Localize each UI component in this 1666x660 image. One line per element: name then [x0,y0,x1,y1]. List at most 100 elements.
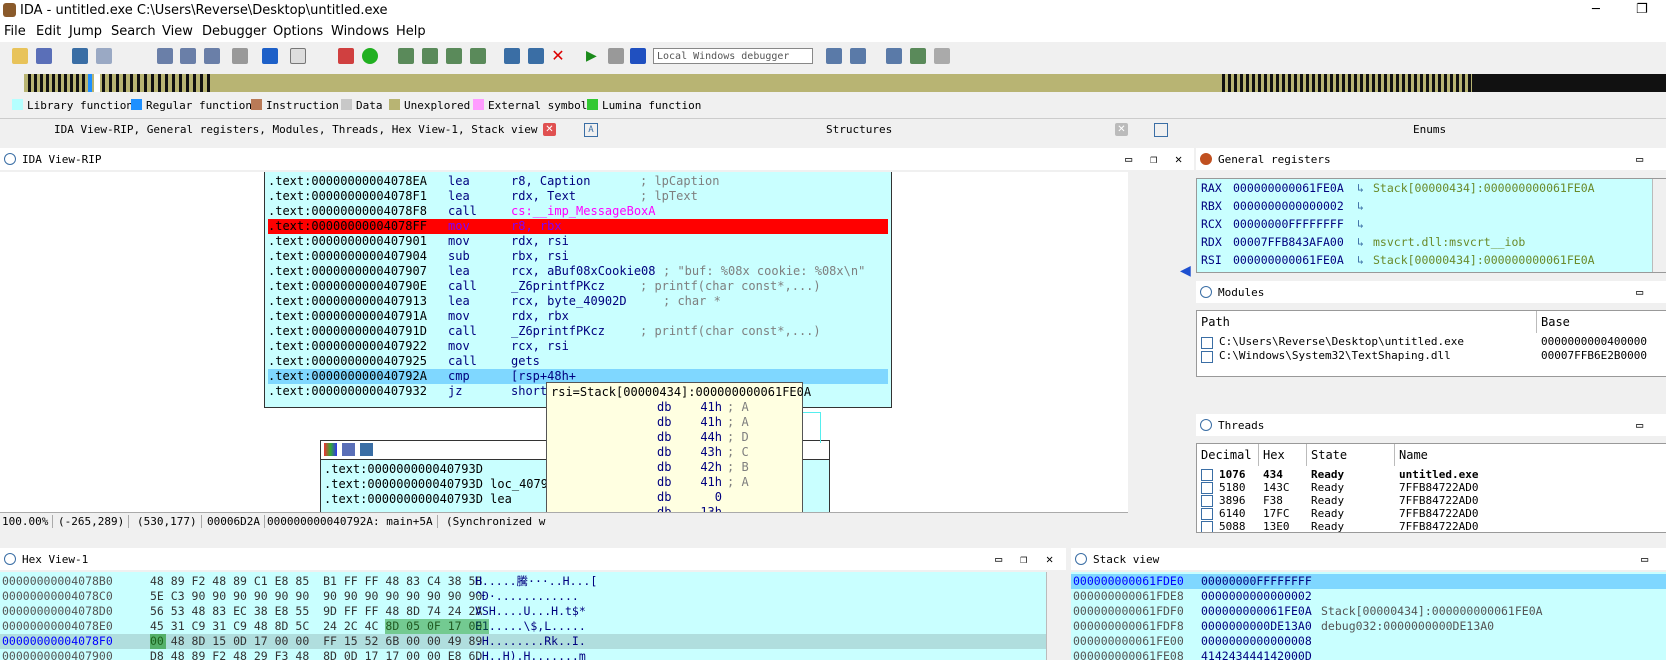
registers-scrollbar[interactable] [1652,179,1666,272]
code-operand[interactable]: r8, rbx [511,219,562,234]
thread-row[interactable]: 5180 143C Ready 7FFB84722AD0 [1197,481,1666,494]
add-struct-icon[interactable] [398,48,414,64]
hex-bytes[interactable]: 5E C3 90 90 90 90 90 90 90 90 90 90 90 9… [150,589,482,604]
stack-row[interactable]: 000000000061FDE0 00000000FFFFFFFF [1071,574,1666,589]
add-enum-icon[interactable] [422,48,438,64]
forward-icon[interactable] [96,48,112,64]
hex-ascii[interactable]: .H..H).H.......m [475,649,586,660]
code-operand[interactable]: cs:__imp_MessageBoxA [511,204,656,219]
threads-col-name[interactable]: Name [1395,444,1666,466]
hex-row[interactable]: 0000000000407900 D8 48 89 F2 48 29 F3 48 … [0,649,1061,660]
hex-bytes[interactable]: D8 48 89 F2 48 29 F3 48 8D 0D 17 17 00 0… [150,649,482,660]
menu-options[interactable]: Options [273,24,323,39]
stack-row[interactable]: 000000000061FE00 0000000000000008 [1071,634,1666,649]
module-row[interactable]: C:\Windows\System32\TextShaping.dll 00007… [1197,349,1666,363]
code-line[interactable]: .text:0000000000407901 mov rdx, rsi [268,234,888,249]
ida-view-minimize-icon[interactable]: ▭ [1125,152,1132,166]
edit-icon[interactable] [528,48,544,64]
code-line[interactable]: .text:00000000004078F8 call cs:__imp_Messa… [268,204,888,219]
code-node[interactable]: .text:00000000004078EA lea r8, Caption ; lp… [264,172,892,408]
add-data-icon[interactable] [470,48,486,64]
register-jump-icon[interactable]: ↳ [1357,251,1364,269]
stack-row[interactable]: 000000000061FDF8 0000000000DE13A0 debug032… [1071,619,1666,634]
pause-icon[interactable] [608,48,624,64]
tab-enums[interactable]: Enums [1413,123,1446,136]
register-ref[interactable]: Stack[00000434]:000000000061FE0A [1373,179,1595,197]
binary-icon[interactable] [157,48,173,64]
code-operand[interactable]: rdx, rbx [511,309,569,324]
stop-icon[interactable] [630,48,646,64]
stack-value[interactable]: 0000000000000002 [1201,589,1312,604]
code-operand[interactable]: rbx, rsi [511,249,569,264]
register-value[interactable]: 0000000000000002 [1233,197,1344,215]
hex-ascii[interactable]: H.....騰···..H...[ [475,574,597,589]
menu-debugger[interactable]: Debugger [202,24,266,39]
stack-row[interactable]: 000000000061FDF0 000000000061FE0A Stack[00… [1071,604,1666,619]
code-operand[interactable]: gets [511,354,540,369]
font-icon[interactable] [290,48,306,64]
hex-close-icon[interactable]: ✕ [1046,552,1053,566]
ida-graph-view[interactable]: .text:00000000004078EA lea r8, Caption ; lp… [0,172,1128,512]
registers-panel[interactable]: RAX 000000000061FE0A ↳ Stack[00000434]:0000… [1196,178,1666,273]
menu-jump[interactable]: Jump [69,24,102,39]
stack-value[interactable]: 000000000061FE0A [1201,604,1312,619]
restore-button[interactable]: ❐ [1636,2,1648,17]
code-line[interactable]: .text:00000000004078F1 lea rdx, Text ; lpTe… [268,189,888,204]
threads-col-decimal[interactable]: Decimal [1197,444,1259,466]
threads-minimize-icon[interactable]: ▭ [1636,418,1643,432]
thread-row[interactable]: 1076 434 Ready untitled.exe [1197,468,1666,481]
thread-row[interactable]: 3896 F38 Ready 7FFB84722AD0 [1197,494,1666,507]
hex-row[interactable]: 00000000004078D0 56 53 48 83 EC 38 E8 55 … [0,604,1061,619]
stack-value[interactable]: 0000000000000008 [1201,634,1312,649]
close-tab-icon[interactable]: ✕ [543,123,556,136]
code-operand[interactable]: rdx, Text [511,189,576,204]
hex-bytes[interactable]: 56 53 48 83 EC 38 E8 55 9D FF FF 48 8D 7… [150,604,482,619]
register-jump-icon[interactable]: ↳ [1357,215,1364,233]
register-row[interactable]: RDX 00007FFB843AFA00 ↳ msvcrt.dll:msvcrt__i… [1201,233,1525,251]
hex-bytes[interactable]: 48 89 F2 48 89 C1 E8 85 B1 FF FF 48 83 C… [150,574,482,589]
registers-minimize-icon[interactable]: ▭ [1636,152,1643,166]
code-line[interactable]: .text:00000000004078FF mov r8, rbx [268,219,888,234]
code-operand[interactable]: _Z6printfPKcz [511,324,605,339]
menu-help[interactable]: Help [396,24,426,39]
register-ref[interactable]: msvcrt.dll:msvcrt__iob [1373,233,1525,251]
register-row[interactable]: RCX 00000000FFFFFFFF ↳ [1201,215,1364,233]
add-breakpoint-icon[interactable] [910,48,926,64]
hex-row[interactable]: 00000000004078B0 48 89 F2 48 89 C1 E8 85 … [0,574,1061,589]
stack-row[interactable]: 000000000061FDE8 0000000000000002 [1071,589,1666,604]
ida-view-close-icon[interactable]: ✕ [1175,152,1182,166]
add-func-icon[interactable] [446,48,462,64]
start-debug-icon[interactable]: ▶ [586,48,602,64]
run-circle-icon[interactable] [362,48,378,64]
register-jump-icon[interactable]: ↳ [1357,179,1364,197]
hex-bytes[interactable]: 00 48 8D 15 0D 17 00 00 FF 15 52 6B 00 0… [150,634,482,649]
attach-icon[interactable] [826,48,842,64]
open-icon[interactable] [12,48,28,64]
hex-minimize-icon[interactable]: ▭ [995,552,1002,566]
code-line[interactable]: .text:000000000040791D call _Z6printfPKcz;… [268,324,888,339]
text-search-icon[interactable] [180,48,196,64]
node-group-icon[interactable] [360,443,373,456]
modules-table[interactable]: Path Base C:\Users\Reverse\Desktop\untit… [1196,310,1666,377]
thread-row[interactable]: 5088 13E0 Ready 7FFB84722AD0 [1197,520,1666,532]
close-structures-icon[interactable]: ✕ [1115,123,1128,136]
hex-row[interactable]: 00000000004078C0 5E C3 90 90 90 90 90 90 … [0,589,1061,604]
stack-value[interactable]: 0000000000DE13A0 [1201,619,1312,634]
register-row[interactable]: RBX 0000000000000002 ↳ [1201,197,1364,215]
breakpoint-list-icon[interactable] [886,48,902,64]
graph-icon[interactable] [338,48,354,64]
menu-file[interactable]: File [4,24,26,39]
module-row[interactable]: C:\Users\Reverse\Desktop\untitled.exe 000… [1197,335,1666,349]
hex-view[interactable]: 00000000004078B0 48 89 F2 48 89 C1 E8 85 … [0,572,1061,660]
code-operand[interactable]: rcx, rsi [511,339,569,354]
menu-edit[interactable]: Edit [36,24,61,39]
ida-view-restore-icon[interactable]: ❐ [1150,152,1157,166]
menu-windows[interactable]: Windows [331,24,389,39]
stack-ref[interactable]: Stack[00000434]:000000000061FE0A [1321,604,1543,619]
hex-ascii[interactable]: .H........Rk..I. [475,634,586,649]
search-next-icon[interactable] [204,48,220,64]
tab-ida-view[interactable]: IDA View-RIP, General registers, Modules… [54,123,537,136]
code-operand[interactable]: rdx, rsi [511,234,569,249]
hex-ascii[interactable]: ^Ð·............ [475,589,579,604]
hex-ascii[interactable]: VSH....U...H.t$* [475,604,586,619]
